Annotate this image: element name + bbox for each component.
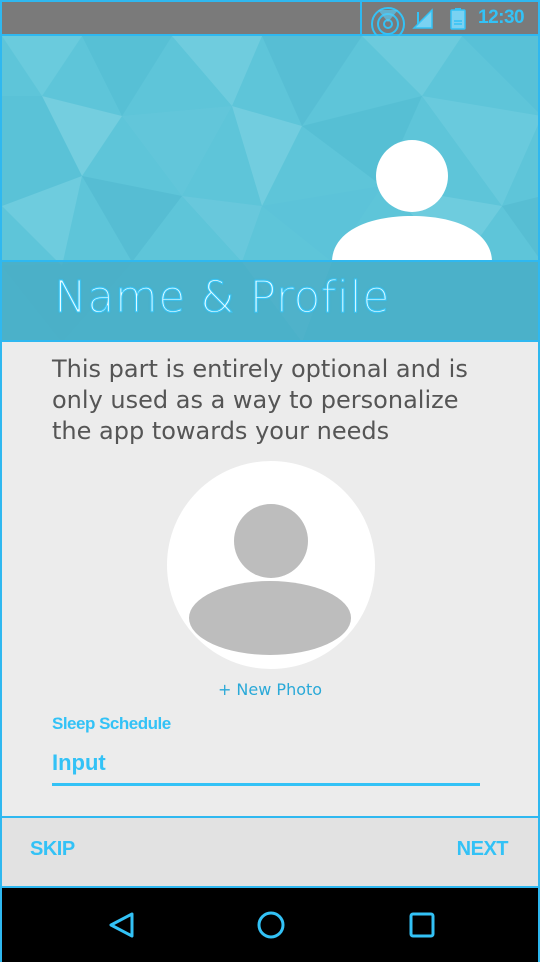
skip-button[interactable]: SKIP: [30, 838, 75, 861]
page-title: Name & Profile: [54, 272, 390, 324]
profile-photo[interactable]: [167, 461, 375, 669]
recents-icon[interactable]: [405, 908, 439, 942]
navigation-bar: [0, 888, 540, 962]
signal-icon: [412, 8, 434, 34]
profile-form: This part is entirely optional and is on…: [0, 342, 540, 816]
title-band: Name & Profile: [2, 260, 538, 342]
screen: 12:30 Name & Profile This part is entire…: [0, 0, 540, 962]
sleep-schedule-input[interactable]: [52, 742, 480, 786]
header-person-icon: [332, 140, 492, 262]
new-photo-link[interactable]: + New Photo: [2, 680, 538, 699]
next-button[interactable]: NEXT: [457, 838, 509, 861]
back-icon[interactable]: [105, 908, 139, 942]
clock: 12:30: [478, 7, 525, 28]
home-icon[interactable]: [254, 908, 288, 942]
status-bar: 12:30: [0, 0, 540, 41]
person-placeholder-icon: [189, 504, 351, 655]
bottom-action-bar: SKIP NEXT: [0, 816, 540, 888]
intro-text: This part is entirely optional and is on…: [52, 355, 468, 445]
battery-icon: [450, 8, 466, 34]
profile-header: Name & Profile: [0, 36, 540, 342]
status-icons: 12:30: [360, 2, 538, 41]
sleep-schedule-label: Sleep Schedule: [52, 714, 171, 733]
